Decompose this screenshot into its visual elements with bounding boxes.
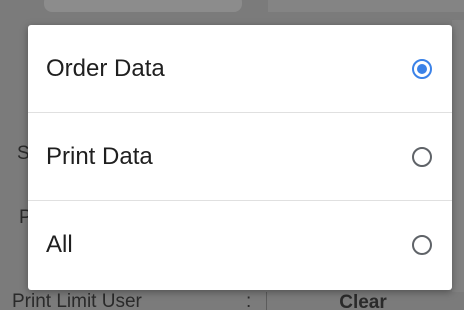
background-left-area — [0, 20, 28, 310]
background-right-area — [452, 20, 464, 310]
option-label: Print Data — [46, 142, 153, 170]
option-label: Order Data — [46, 54, 165, 82]
screen: S P Print Limit User : Clear Order Data … — [0, 0, 464, 310]
background-header-cell — [268, 0, 464, 12]
print-limit-user-label: Print Limit User — [12, 291, 142, 310]
row-colon: : — [246, 291, 252, 310]
option-label: All — [46, 231, 73, 258]
clear-button[interactable]: Clear — [268, 292, 458, 310]
background-card — [44, 0, 242, 12]
radio-button-checked-icon[interactable] — [412, 58, 432, 79]
option-print-data[interactable]: Print Data — [28, 113, 452, 201]
radio-button-unchecked-icon[interactable] — [412, 146, 432, 167]
option-all[interactable]: All — [28, 201, 452, 289]
option-order-data[interactable]: Order Data — [28, 25, 452, 113]
data-type-dialog: Order Data Print Data All — [28, 25, 452, 290]
radio-button-unchecked-icon[interactable] — [412, 235, 432, 255]
row-divider — [266, 292, 267, 310]
